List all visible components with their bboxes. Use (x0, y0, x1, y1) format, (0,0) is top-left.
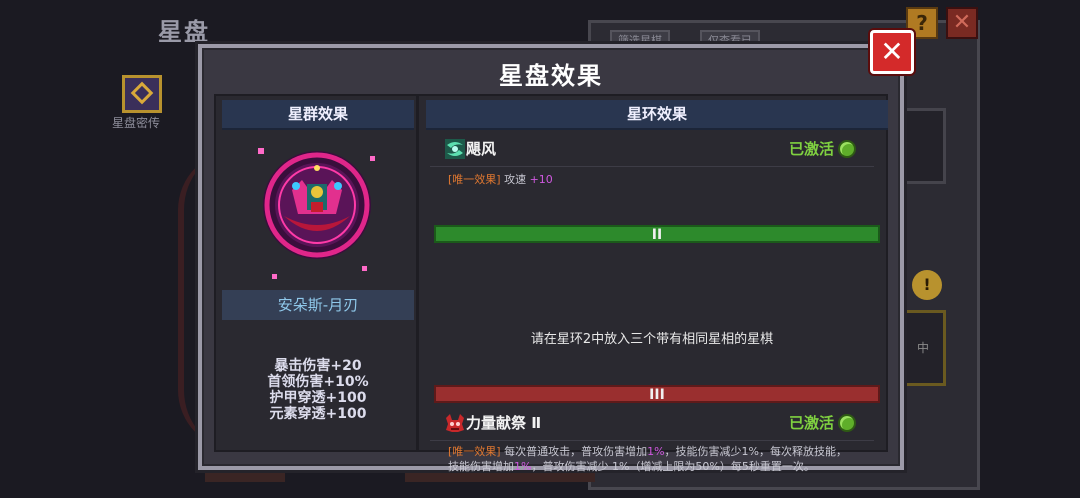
red-crab-sacrifice-icon (446, 414, 464, 432)
background-close-icon[interactable]: ✕ (946, 7, 978, 39)
row-separator (430, 166, 874, 167)
stat-crit-damage: 暴击伤害+20 (274, 358, 362, 374)
sparkle (258, 148, 264, 154)
unique-effect-tag: [唯一效果] (448, 173, 501, 186)
row-separator (430, 440, 874, 441)
stat-armor-penetration: 护甲穿透+100 (269, 390, 367, 406)
effect-name: 力量献祭 Ⅱ (466, 414, 542, 432)
active-indicator-icon (838, 414, 856, 432)
star-ring-2-bar: II (434, 225, 880, 243)
page-title: 星盘 (158, 18, 210, 46)
cyclone-icon (445, 139, 465, 159)
effect-description: [唯一效果] 攻速 +10 (448, 172, 553, 187)
effect-name: 飓风 (466, 140, 497, 158)
background-slot (900, 108, 946, 184)
effect-desc-text: ，普攻伤害减少 1%（增减上限为50%）每5秒重置一次。 (531, 460, 815, 473)
effect-desc-value: 1% (514, 460, 532, 473)
effect-desc-text: ，技能伤害减少1%，每次释放技能， (664, 445, 847, 458)
effect-row-power-sacrifice: 力量献祭 Ⅱ 已激活 (430, 408, 874, 438)
background-bar (205, 470, 285, 482)
star-ring-3-bar: III (434, 385, 880, 403)
close-dialog-button[interactable]: ✕ (870, 30, 914, 74)
effect-desc-text: 攻速 (500, 173, 530, 186)
unique-effect-tag: [唯一效果] (448, 445, 501, 458)
star-chart-secret-label: 星盘密传 (112, 116, 161, 130)
character-name: 安朵斯-月刃 (222, 290, 414, 320)
sparkle (362, 266, 367, 271)
effect-row-cyclone: 飓风 已激活 (430, 134, 874, 164)
stat-boss-damage: 首领伤害+10% (267, 374, 369, 390)
warning-icon[interactable]: ! (912, 270, 942, 300)
effect-desc-text: 技能伤害增加 (448, 460, 514, 473)
sparkle (370, 156, 375, 161)
stat-list: 暴击伤害+20 首领伤害+10% 护甲穿透+100 元素穿透+100 (222, 358, 414, 422)
dialog-content: 星群效果 安朵斯-月刃 暴击伤害+20 首领伤害+10% 护甲穿透+100 元素… (214, 94, 888, 473)
column-divider (416, 96, 419, 450)
sparkle (272, 274, 277, 279)
effect-description: [唯一效果] 每次普通攻击，普攻伤害增加1%，技能伤害减少1%，每次释放技能， … (448, 444, 884, 474)
effect-status: 已激活 (788, 140, 834, 158)
active-indicator-icon (838, 140, 856, 158)
constellation-effect-header: 星群效果 (222, 100, 414, 130)
star-chart-secret-icon[interactable] (122, 75, 162, 113)
effect-desc-text: 每次普通攻击，普攻伤害增加 (500, 445, 648, 458)
andus-moonblade-emblem-icon (263, 151, 371, 259)
stat-element-penetration: 元素穿透+100 (269, 406, 367, 422)
star-chart-effect-dialog: 星盘效果 星群效果 安朵斯-月刃 暴击伤害+20 首领伤害+10% 护甲穿透+1… (198, 44, 904, 473)
star-ring-effect-header: 星环效果 (426, 100, 888, 130)
background-slot-2: 中 (900, 310, 946, 386)
effect-desc-value: 1% (647, 445, 665, 458)
ring-2-instruction: 请在星环2中放入三个带有相同星相的星棋 (530, 332, 774, 347)
effect-status: 已激活 (788, 414, 834, 432)
effect-desc-value: +10 (529, 173, 553, 186)
dialog-title: 星盘效果 (499, 62, 603, 90)
